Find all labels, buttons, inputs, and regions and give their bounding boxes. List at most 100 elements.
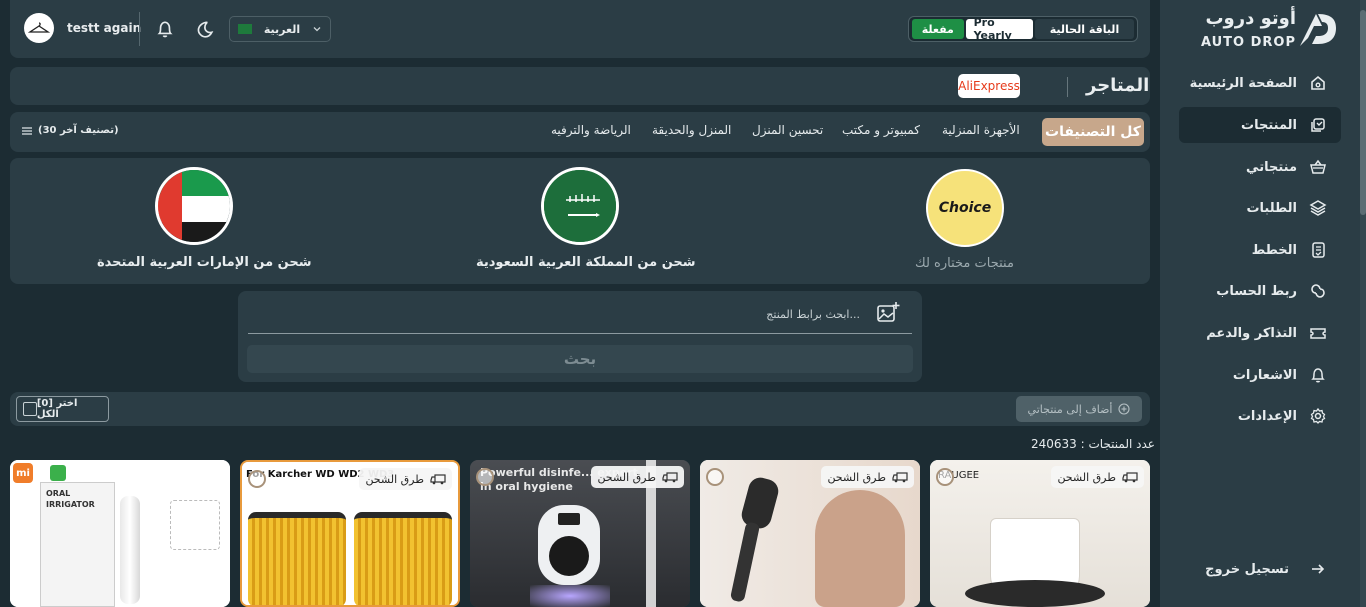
bell-icon[interactable] <box>155 19 175 39</box>
model-shape <box>815 490 905 607</box>
sidebar-item-label: الخطط <box>1251 242 1297 258</box>
sidebar-item-label: الطلبات <box>1246 200 1297 216</box>
category-home-improvement[interactable]: تحسين المنزل <box>752 123 823 137</box>
language-select[interactable]: العربية <box>229 16 331 42</box>
tips-shape <box>170 500 220 550</box>
add-to-my-products-label: أضاف إلى منتجاتي <box>1027 402 1113 416</box>
plan-name: Pro Yearly <box>965 16 1033 42</box>
category-home-garden[interactable]: المنزل والحديقة <box>652 123 731 137</box>
category-computer-office[interactable]: كمبيوتر و مكتب <box>842 123 920 137</box>
truck-icon <box>892 472 908 483</box>
uv-light-glow <box>530 585 610 607</box>
select-all-label: [0] اختر الكل <box>36 398 78 420</box>
logo-text-arabic: أوتو دروب <box>1205 8 1296 29</box>
link-icon <box>1311 284 1325 298</box>
mi-brand-icon: mi <box>13 463 33 483</box>
select-all-checkbox[interactable] <box>23 402 37 416</box>
sidebar-item-link-account[interactable]: ربط الحساب <box>1179 273 1341 309</box>
product-select-checkbox[interactable] <box>706 468 724 486</box>
shipping-methods-tag[interactable]: طرق الشحن <box>359 468 452 490</box>
saudi-filter[interactable] <box>541 167 619 245</box>
user-name[interactable]: testt again <box>67 21 141 35</box>
more-categories-button[interactable]: (30 تصنيف آخر) <box>22 125 119 136</box>
image-search-icon[interactable] <box>876 301 900 325</box>
divider <box>139 12 140 46</box>
uae-label: شحن من الإمارات العربية المتحدة <box>97 255 312 270</box>
plus-circle-icon <box>1118 403 1131 415</box>
choice-logo: Choice <box>938 200 992 216</box>
basket-icon <box>1310 159 1326 174</box>
device-sensor <box>549 536 589 576</box>
sidebar-item-label: الاشعارات <box>1232 367 1297 383</box>
truck-icon <box>662 472 678 483</box>
moon-icon[interactable] <box>194 19 214 39</box>
orders-icon <box>1309 200 1327 216</box>
logout-arrow-icon <box>1312 564 1325 574</box>
saudi-label: شحن من المملكة العربية السعودية <box>476 255 696 270</box>
product-card[interactable]: For Karcher WD WD2 WD3 طرق الشحن <box>240 460 460 607</box>
sidebar-item-tickets[interactable]: التذاكر والدعم <box>1179 315 1341 351</box>
category-all[interactable]: كل التصنيفات <box>1042 118 1144 146</box>
truck-icon <box>1122 472 1138 483</box>
logout-button[interactable]: تسجيل خروج <box>1179 551 1341 587</box>
plan-indicator: مفعلة Pro Yearly الباقة الحالية <box>908 16 1138 42</box>
truck-icon <box>430 474 446 485</box>
product-card[interactable]: طرق الشحن <box>700 460 920 607</box>
brand-badge-icon <box>50 465 66 481</box>
sidebar-item-orders[interactable]: الطلبات <box>1179 190 1341 226</box>
shipping-methods-tag[interactable]: طرق الشحن <box>591 466 684 488</box>
sidebar-item-label: الإعدادات <box>1237 408 1297 424</box>
select-all-button[interactable]: [0] اختر الكل <box>16 396 109 422</box>
sidebar-item-label: التذاكر والدعم <box>1206 325 1297 341</box>
sidebar-item-settings[interactable]: الإعدادات <box>1179 398 1341 434</box>
more-categories-label: (30 تصنيف آخر) <box>38 125 119 136</box>
logo-text-english: AUTO DROP <box>1200 35 1296 50</box>
category-home-appliances[interactable]: الأجهزة المنزلية <box>942 123 1020 137</box>
shipping-methods-tag[interactable]: طرق الشحن <box>821 466 914 488</box>
plans-icon <box>1312 242 1325 258</box>
sidebar-item-notifications[interactable]: الاشعارات <box>1179 357 1341 393</box>
device-display <box>558 513 580 525</box>
sidebar-item-label: الصفحة الرئيسية <box>1189 75 1297 91</box>
logout-label: تسجيل خروج <box>1205 561 1289 577</box>
scrollbar[interactable] <box>1360 0 1366 607</box>
choice-filter[interactable]: Choice <box>926 169 1004 247</box>
add-to-my-products-button[interactable]: أضاف إلى منتجاتي <box>1016 396 1142 422</box>
sidebar-item-my-products[interactable]: منتجاتي <box>1179 149 1341 185</box>
sidebar-item-home[interactable]: الصفحة الرئيسية <box>1179 65 1341 101</box>
saudi-flag-icon <box>238 24 252 34</box>
menu-icon <box>22 126 32 135</box>
actions-bar <box>10 392 1150 426</box>
gear-icon <box>1310 407 1326 424</box>
product-card[interactable]: RAUGEE طرق الشحن <box>930 460 1150 607</box>
search-button[interactable]: بحث <box>247 345 913 373</box>
plan-status-badge: مفعلة <box>912 19 964 39</box>
shipping-tag-label: طرق الشحن <box>597 470 656 484</box>
product-card[interactable]: ORAL IRRIGATOR mi <box>10 460 230 607</box>
aliexpress-store-button[interactable]: AliExpress <box>958 74 1020 98</box>
sidebar-item-plans[interactable]: الخطط <box>1179 232 1341 268</box>
choice-label: منتجات مختاره لك <box>915 256 1014 271</box>
autodrop-logo-icon <box>1300 14 1336 46</box>
search-input[interactable]: ابحث برابط المنتج... <box>248 302 912 334</box>
product-select-checkbox[interactable] <box>936 468 954 486</box>
shipping-tag-label: طرق الشحن <box>365 472 424 486</box>
product-select-checkbox[interactable] <box>476 468 494 486</box>
shipping-methods-tag[interactable]: طرق الشحن <box>1051 466 1144 488</box>
avatar[interactable] <box>24 13 54 43</box>
category-sports[interactable]: الرياضة والترفيه <box>551 123 631 137</box>
plan-label: الباقة الحالية <box>1034 19 1134 39</box>
filter-left-shape <box>248 512 346 605</box>
coaster-shape <box>965 580 1105 607</box>
ticket-icon <box>1310 328 1326 339</box>
home-icon <box>1311 75 1325 90</box>
uae-filter[interactable] <box>155 167 233 245</box>
stores-title: المتاجر <box>1086 75 1150 96</box>
product-card[interactable]: Powerful disinfe... expert in oral hygie… <box>470 460 690 607</box>
sidebar-item-products[interactable]: المنتجات <box>1179 107 1341 143</box>
product-select-checkbox[interactable] <box>248 470 266 488</box>
irrigator-shape <box>120 496 140 604</box>
scrollbar-thumb[interactable] <box>1360 10 1366 215</box>
search-placeholder: ابحث برابط المنتج... <box>766 308 860 321</box>
sidebar-item-label: ربط الحساب <box>1216 283 1297 299</box>
